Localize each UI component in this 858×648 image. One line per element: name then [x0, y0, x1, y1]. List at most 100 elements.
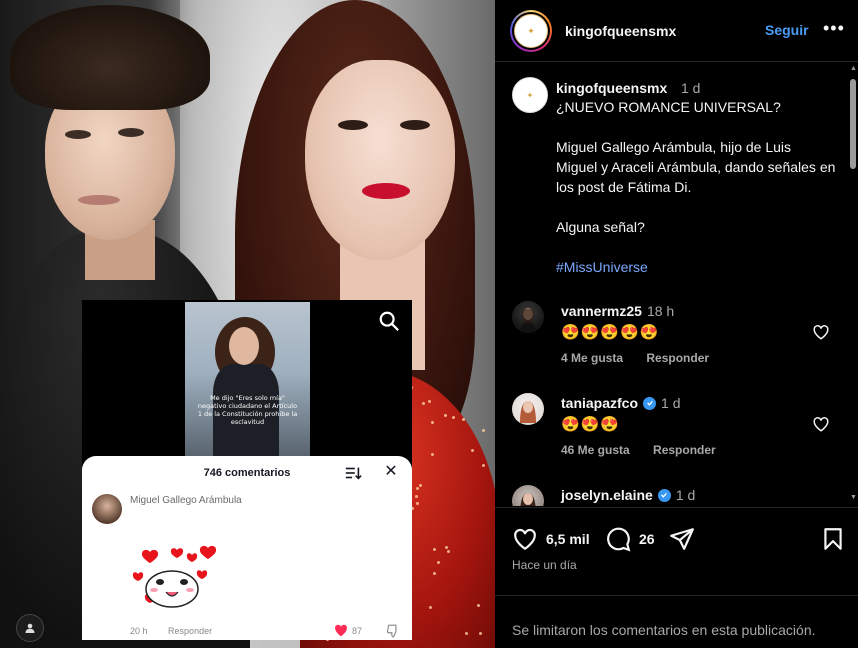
post-side-panel: ✦ kingofqueensmx Seguir ••• ✦ kingofquee… [495, 0, 858, 648]
sparkle [415, 501, 419, 505]
comments-sheet: 746 comentarios ✕ Miguel Gallego Arámbul… [82, 456, 412, 640]
reply-button[interactable]: Responder [646, 351, 709, 365]
comments-list[interactable]: ✦ kingofqueensmx 1 d ¿NUEVO ROMANCE UNIV… [495, 63, 847, 506]
bookmark-icon[interactable] [820, 526, 846, 552]
scroll-thumb[interactable] [850, 79, 856, 169]
verified-badge-icon [643, 396, 657, 410]
scrollbar[interactable]: ▲ ▼ [848, 63, 858, 506]
heart-icon[interactable] [812, 323, 830, 341]
share-action[interactable] [669, 526, 695, 552]
comment-time: 18 h [646, 303, 675, 319]
sparkle [430, 453, 434, 456]
heart-icon[interactable] [812, 415, 830, 433]
sparkle [428, 606, 432, 610]
woman-eye-left [338, 120, 368, 130]
comment-likes[interactable]: 46 Me gusta [561, 443, 630, 457]
scroll-up-icon[interactable]: ▲ [850, 65, 857, 72]
post-image[interactable]: Me dijo "Eres solo mía" negativo ciudada… [0, 0, 495, 648]
commenter-avatar[interactable] [512, 393, 544, 425]
more-options-button[interactable] [16, 614, 44, 642]
close-icon: ✕ [384, 463, 398, 480]
comments-limited-notice: Se limitaron los comentarios en esta pub… [495, 595, 858, 648]
man-eye-left [65, 130, 91, 139]
reply-link: Responder [168, 626, 213, 636]
caption-username[interactable]: kingofqueensmx [556, 80, 667, 96]
sparkle [464, 631, 468, 635]
limited-text: Se limitaron los comentarios en esta pub… [512, 622, 816, 638]
commenter-avatar[interactable] [512, 301, 544, 333]
sparkle [430, 421, 434, 425]
dislike-icon [386, 624, 397, 638]
post-header: ✦ kingofqueensmx Seguir ••• [495, 0, 858, 62]
comment-time: 1 d [675, 487, 696, 503]
sparkle [476, 603, 480, 607]
like-count[interactable]: 6,5 mil [546, 531, 590, 547]
comment-header: vannermz25 18 h [561, 303, 674, 319]
caption-question: Alguna señal? [556, 219, 645, 235]
share-icon[interactable] [669, 526, 695, 552]
sparkle [461, 417, 465, 421]
comment-text: 😍😍😍 [561, 416, 621, 433]
man-eye-right [118, 128, 144, 137]
comment-header: joselyn.elaine 1 d [561, 487, 695, 503]
woman-face [305, 60, 455, 260]
crown-logo-icon: ✦ [514, 14, 548, 48]
heart-icon [335, 624, 347, 637]
man-hair [10, 5, 210, 110]
avatar [92, 494, 122, 524]
action-bar: 6,5 mil 26 Hace un día [495, 507, 858, 595]
sparkle [482, 429, 486, 433]
verified-badge-icon [657, 488, 671, 502]
like-count: 87 [352, 625, 363, 636]
inset-video: Me dijo "Eres solo mía" negativo ciudada… [185, 302, 310, 459]
person-icon [25, 623, 35, 633]
man-lips [78, 195, 120, 205]
comment-time: 1 d [661, 395, 681, 411]
comment-meta: 46 Me gusta Responder [561, 443, 736, 457]
sort-icon [345, 467, 362, 480]
comments-count: 746 comentarios [203, 467, 291, 479]
reply-button[interactable]: Responder [653, 443, 716, 457]
comment-count[interactable]: 26 [639, 531, 655, 547]
post-time: Hace un día [512, 558, 577, 572]
scroll-down-icon[interactable]: ▼ [850, 494, 857, 501]
heart-icon[interactable] [512, 526, 538, 552]
comment-likes: 87 [334, 624, 362, 637]
video-person-face [229, 327, 259, 365]
follow-button[interactable]: Seguir [765, 22, 809, 38]
comment-action[interactable]: 26 [605, 526, 655, 552]
caption-headline: ¿NUEVO ROMANCE UNIVERSAL? [556, 99, 781, 115]
avatar-inner: ✦ [512, 12, 550, 50]
comment-username[interactable]: vannermz25 [561, 303, 642, 319]
caption-avatar[interactable]: ✦ [512, 77, 548, 113]
more-options-icon[interactable]: ••• [823, 18, 845, 39]
inset-screenshot: Me dijo "Eres solo mía" negativo ciudada… [82, 300, 412, 640]
comment-username: Miguel Gallego Arámbula [130, 495, 242, 506]
sparkle [416, 486, 420, 490]
comment-icon[interactable] [605, 526, 631, 552]
sparkle [446, 549, 450, 553]
caption-time: 1 d [681, 80, 701, 96]
header-username[interactable]: kingofqueensmx [565, 23, 676, 39]
caption-hashtag[interactable]: #MissUniverse [556, 257, 648, 277]
woman-eye-right [400, 120, 430, 130]
like-action[interactable]: 6,5 mil [512, 526, 590, 552]
sparkle [432, 548, 436, 552]
sparkle [452, 415, 456, 419]
comment-username[interactable]: taniapazfco [561, 395, 638, 411]
comment-meta: 4 Me gusta Responder [561, 351, 729, 365]
search-icon [379, 311, 399, 331]
save-action[interactable] [820, 526, 846, 552]
comment-likes[interactable]: 4 Me gusta [561, 351, 623, 365]
comment-text: 😍😍😍😍😍 [561, 324, 660, 341]
comment-username[interactable]: joselyn.elaine [561, 487, 653, 503]
comment-meta: 20 h Responder [130, 626, 230, 636]
woman-lips [362, 183, 410, 199]
comment-time: 20 h [130, 626, 148, 636]
avatar[interactable]: ✦ [510, 10, 552, 52]
cat-sticker-icon [132, 545, 217, 608]
comment-header: taniapazfco 1 d [561, 395, 680, 411]
video-caption: Me dijo "Eres solo mía" negativo ciudada… [197, 394, 298, 426]
caption-body: Miguel Gallego Arámbula, hijo de Luis Mi… [556, 139, 836, 195]
commenter-avatar[interactable] [512, 485, 544, 506]
